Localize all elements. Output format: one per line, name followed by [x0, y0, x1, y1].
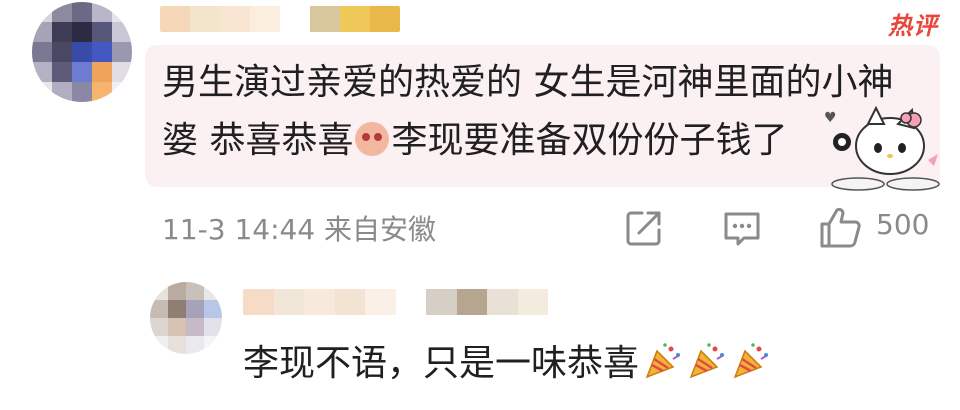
- share-icon[interactable]: [622, 206, 666, 250]
- location: 来自安徽: [324, 213, 437, 246]
- reply-username[interactable]: [243, 289, 548, 315]
- like-icon[interactable]: [818, 206, 862, 250]
- party-popper-icon: [645, 343, 681, 379]
- party-popper-icon: [733, 343, 769, 379]
- embarrassed-emoji-icon: [355, 122, 390, 156]
- party-popper-icon: [689, 343, 725, 379]
- hot-comment-badge: 热评: [888, 12, 938, 40]
- like-count: 500: [876, 208, 930, 241]
- comment-icon[interactable]: [720, 206, 764, 250]
- username[interactable]: [160, 6, 400, 32]
- reply-avatar[interactable]: [150, 282, 222, 354]
- comment-meta: 11-3 14:44 来自安徽: [162, 208, 436, 248]
- comment-text: 男生演过亲爱的热爱的 女生是河神里面的小神婆 恭喜恭喜 李现要准备双份份子钱了: [162, 54, 922, 170]
- reply-text: 李现不语，只是一味恭喜: [243, 334, 771, 386]
- reply-text-content: 李现不语，只是一味恭喜: [243, 343, 640, 384]
- avatar[interactable]: [32, 2, 132, 102]
- comment-text-part2: 李现要准备双份份子钱了: [391, 120, 788, 161]
- timestamp: 11-3 14:44: [162, 213, 316, 246]
- svg-text:♥: ♥: [824, 110, 837, 126]
- hello-kitty-sticker-icon: ♥: [824, 105, 940, 191]
